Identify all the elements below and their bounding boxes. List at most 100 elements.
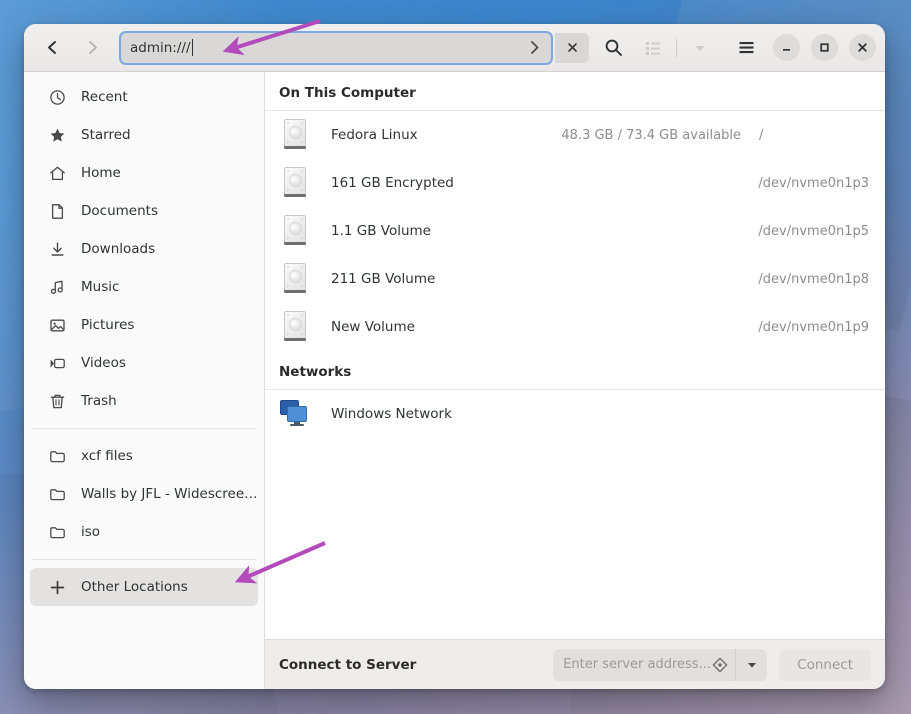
close-icon xyxy=(567,43,577,52)
server-address-placeholder: Enter server address... xyxy=(563,657,711,672)
sidebar-item-label: Pictures xyxy=(81,317,135,333)
volume-device: /dev/nvme0n1p9 xyxy=(758,319,869,335)
locations-list: On This Computer Fedora Linux 48.3 GB / … xyxy=(265,72,885,639)
sidebar-item-recent[interactable]: Recent xyxy=(30,78,258,116)
volume-name: 161 GB Encrypted xyxy=(331,175,454,191)
group-heading-on-this-computer: On This Computer xyxy=(265,72,885,111)
folder-icon xyxy=(48,447,66,465)
picture-icon xyxy=(48,316,66,334)
help-icon[interactable] xyxy=(711,657,729,673)
trash-icon xyxy=(48,392,66,410)
table-row[interactable]: 211 GB Volume /dev/nvme0n1p8 xyxy=(265,255,885,303)
maximize-button[interactable] xyxy=(811,34,838,61)
group-heading-networks: Networks xyxy=(265,351,885,390)
sidebar-item-label: Documents xyxy=(81,203,158,219)
sidebar-item-home[interactable]: Home xyxy=(30,154,258,192)
sidebar-bookmark-xcf-files[interactable]: xcf files xyxy=(30,437,258,475)
sidebar: Recent Starred Home Documents Downloads … xyxy=(24,72,265,689)
sidebar-item-label: Home xyxy=(81,165,121,181)
sidebar-divider xyxy=(32,428,256,429)
connect-to-server-bar: Connect to Server Enter server address..… xyxy=(265,639,885,689)
clock-icon xyxy=(48,88,66,106)
connect-button[interactable]: Connect xyxy=(779,648,871,681)
table-row[interactable]: Windows Network xyxy=(265,390,885,438)
maximize-icon xyxy=(820,43,829,52)
minimize-icon xyxy=(783,49,790,51)
table-row[interactable]: 1.1 GB Volume /dev/nvme0n1p5 xyxy=(265,207,885,255)
list-view-icon xyxy=(646,41,660,55)
chevron-down-icon xyxy=(747,662,756,668)
sidebar-item-label: Videos xyxy=(81,355,126,371)
header-bar: admin:/// xyxy=(24,24,885,72)
header-right-controls xyxy=(637,32,876,64)
table-row[interactable]: New Volume /dev/nvme0n1p9 xyxy=(265,303,885,351)
window-body: Recent Starred Home Documents Downloads … xyxy=(24,72,885,689)
recent-servers-dropdown-button[interactable] xyxy=(735,648,768,681)
toolbar-divider xyxy=(676,38,677,57)
chevron-right-icon xyxy=(530,41,538,54)
sidebar-item-label: Starred xyxy=(81,127,131,143)
sidebar-item-videos[interactable]: Videos xyxy=(30,344,258,382)
back-button[interactable] xyxy=(33,32,71,64)
search-button[interactable] xyxy=(596,32,630,64)
volume-name: New Volume xyxy=(331,319,415,335)
volume-device: /dev/nvme0n1p5 xyxy=(758,223,869,239)
content-area: On This Computer Fedora Linux 48.3 GB / … xyxy=(265,72,885,689)
hamburger-menu-icon xyxy=(739,42,753,54)
sidebar-item-starred[interactable]: Starred xyxy=(30,116,258,154)
network-name: Windows Network xyxy=(331,406,452,422)
chevron-left-icon xyxy=(47,41,56,54)
document-icon xyxy=(48,202,66,220)
minimize-button[interactable] xyxy=(773,34,800,61)
volume-name: 211 GB Volume xyxy=(331,271,436,287)
sidebar-bookmark-iso[interactable]: iso xyxy=(30,513,258,551)
sidebar-item-downloads[interactable]: Downloads xyxy=(30,230,258,268)
chevron-right-icon xyxy=(88,41,97,54)
connect-button-label: Connect xyxy=(797,656,853,673)
table-row[interactable]: 161 GB Encrypted /dev/nvme0n1p3 xyxy=(265,159,885,207)
location-entry[interactable]: admin:/// xyxy=(119,30,553,65)
hard-drive-icon xyxy=(279,311,311,343)
table-row[interactable]: Fedora Linux 48.3 GB / 73.4 GB available… xyxy=(265,111,885,159)
volume-device: /dev/nvme0n1p3 xyxy=(758,175,869,191)
go-button[interactable] xyxy=(517,33,551,63)
sidebar-item-music[interactable]: Music xyxy=(30,268,258,306)
sidebar-item-other-locations[interactable]: Other Locations xyxy=(30,568,258,606)
navigation-buttons xyxy=(33,32,111,64)
download-icon xyxy=(48,240,66,258)
files-window: admin:/// Recent Starred Home Documents … xyxy=(24,24,885,689)
clear-location-button[interactable] xyxy=(555,32,589,63)
sidebar-item-label: Music xyxy=(81,279,120,295)
sidebar-item-documents[interactable]: Documents xyxy=(30,192,258,230)
video-icon xyxy=(48,354,66,372)
sidebar-bookmark-walls-by-jfl[interactable]: Walls by JFL - Widescreen (... xyxy=(30,475,258,513)
search-icon xyxy=(605,39,622,56)
volume-device: /dev/nvme0n1p8 xyxy=(758,271,869,287)
plus-icon xyxy=(48,578,66,596)
sidebar-item-trash[interactable]: Trash xyxy=(30,382,258,420)
hard-drive-icon xyxy=(279,167,311,199)
sidebar-item-label: Trash xyxy=(81,393,117,409)
sidebar-item-label: iso xyxy=(81,524,101,540)
volume-device: / xyxy=(759,127,764,143)
sidebar-divider xyxy=(32,559,256,560)
sidebar-item-pictures[interactable]: Pictures xyxy=(30,306,258,344)
text-cursor xyxy=(191,39,193,56)
view-options-button[interactable] xyxy=(684,32,716,64)
hard-drive-icon xyxy=(279,119,311,151)
sidebar-item-label: Downloads xyxy=(81,241,156,257)
volume-free-space: 48.3 GB / 73.4 GB available xyxy=(561,127,741,143)
close-button[interactable] xyxy=(849,34,876,61)
folder-icon xyxy=(48,523,66,541)
forward-button[interactable] xyxy=(73,32,111,64)
location-entry-text: admin:/// xyxy=(130,39,191,56)
volume-name: 1.1 GB Volume xyxy=(331,223,431,239)
hard-drive-icon xyxy=(279,215,311,247)
sidebar-item-label: Walls by JFL - Widescreen (... xyxy=(81,486,258,502)
list-view-button[interactable] xyxy=(637,32,669,64)
folder-icon xyxy=(48,485,66,503)
home-icon xyxy=(48,164,66,182)
server-address-input[interactable]: Enter server address... xyxy=(553,648,736,681)
main-menu-button[interactable] xyxy=(730,32,762,64)
